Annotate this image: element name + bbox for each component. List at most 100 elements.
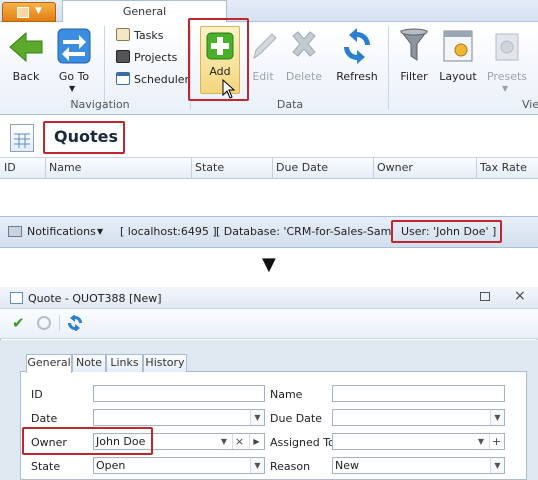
server-status: [ localhost:6495 ]: [120, 225, 217, 238]
edit-label: Edit: [252, 70, 274, 83]
reason-label: Reason: [270, 460, 311, 473]
presets-label: Presets: [486, 70, 528, 83]
column-header-name[interactable]: Name: [49, 161, 81, 174]
clear-icon[interactable]: ×: [232, 434, 246, 449]
tab-history[interactable]: History: [143, 354, 187, 372]
restore-icon[interactable]: [480, 292, 490, 301]
column-divider[interactable]: [476, 158, 477, 179]
group-data-label: Data: [276, 98, 304, 111]
reason-value: New: [335, 459, 359, 472]
dialog-title: Quote - QUOT388 [New]: [28, 292, 162, 305]
column-header-due-date[interactable]: Due Date: [276, 161, 328, 174]
column-header-owner[interactable]: Owner: [377, 161, 413, 174]
down-arrow-icon: ▼: [262, 254, 276, 275]
refresh-icon[interactable]: [67, 315, 83, 331]
group-navigation-label: Navigation: [70, 98, 130, 111]
date-field[interactable]: ▼: [93, 409, 265, 426]
tasks-icon: [116, 28, 130, 41]
chevron-down-icon[interactable]: ▼: [490, 458, 504, 473]
grid-body[interactable]: [0, 180, 538, 216]
state-field[interactable]: Open ▼: [93, 457, 265, 474]
tasks-label: Tasks: [134, 29, 164, 42]
assigned-to-label: Assigned To: [270, 436, 335, 449]
quote-icon: [10, 292, 23, 304]
id-label: ID: [31, 388, 43, 401]
back-label: Back: [12, 70, 40, 83]
notifications-button[interactable]: Notifications: [27, 225, 96, 238]
refresh-label: Refresh: [336, 70, 378, 83]
play-arrow-icon[interactable]: ▶: [249, 434, 263, 449]
tab-links[interactable]: Links: [106, 354, 143, 372]
back-arrow-icon: [9, 31, 43, 63]
pencil-icon: [253, 33, 277, 60]
quotes-spreadsheet-icon: [10, 124, 34, 152]
delete-button[interactable]: Delete: [284, 26, 324, 88]
user-highlight-box: [391, 220, 502, 243]
filter-label: Filter: [400, 70, 428, 83]
notifications-icon: [8, 226, 22, 237]
owner-highlight-box: [22, 427, 153, 455]
date-label: Date: [31, 412, 58, 425]
projects-label: Projects: [134, 51, 178, 64]
back-button[interactable]: Back: [6, 26, 46, 88]
go-to-icon: [57, 28, 91, 64]
chevron-down-icon[interactable]: ▼: [490, 410, 504, 425]
name-label: Name: [270, 388, 303, 401]
layout-icon: [443, 30, 473, 62]
column-header-id[interactable]: ID: [4, 161, 16, 174]
app-menu-icon: [17, 7, 29, 18]
projects-button[interactable]: Projects: [116, 50, 177, 68]
save-check-icon[interactable]: ✔: [12, 314, 25, 332]
cancel-icon[interactable]: [37, 316, 51, 330]
state-value: Open: [96, 459, 126, 472]
column-divider[interactable]: [272, 158, 273, 179]
funnel-icon: [399, 28, 429, 61]
delete-label: Delete: [285, 70, 323, 83]
chevron-down-icon[interactable]: ▼: [475, 434, 487, 449]
go-to-label: Go To: [58, 70, 90, 83]
plus-icon[interactable]: +: [489, 434, 503, 449]
chevron-down-icon[interactable]: ▼: [250, 410, 264, 425]
database-status: [ Database: 'CRM-for-Sales-Sample' ]: [216, 225, 392, 238]
id-field[interactable]: [93, 385, 265, 402]
presets-icon: [495, 33, 519, 61]
tab-general[interactable]: General: [26, 354, 72, 373]
add-highlight-box: [188, 18, 249, 101]
layout-button[interactable]: Layout: [438, 26, 478, 88]
tasks-button[interactable]: Tasks: [116, 28, 163, 46]
go-to-button[interactable]: Go To ▼: [54, 26, 94, 93]
column-divider[interactable]: [191, 158, 192, 179]
assigned-to-field[interactable]: ▼ +: [332, 433, 505, 450]
group-view-label: Vie: [522, 98, 538, 111]
edit-button[interactable]: Edit: [243, 26, 283, 88]
due-date-field[interactable]: ▼: [332, 409, 505, 426]
projects-icon: [116, 50, 130, 63]
column-header-tax-rate[interactable]: Tax Rate: [480, 161, 527, 174]
name-field[interactable]: [332, 385, 505, 402]
toolbar-separator: [59, 315, 60, 331]
filter-button[interactable]: Filter: [396, 26, 432, 88]
close-icon[interactable]: ×: [514, 288, 526, 304]
column-divider[interactable]: [373, 158, 374, 179]
application-menu-button[interactable]: ▼: [2, 2, 56, 22]
column-divider[interactable]: [45, 158, 46, 179]
column-header-state[interactable]: State: [195, 161, 224, 174]
layout-label: Layout: [439, 70, 477, 83]
chevron-down-icon: ▼: [502, 84, 509, 93]
reason-field[interactable]: New ▼: [332, 457, 505, 474]
state-label: State: [31, 460, 61, 473]
due-date-label: Due Date: [270, 412, 322, 425]
tab-note[interactable]: Note: [72, 354, 106, 372]
ribbon-separator: [388, 26, 389, 110]
scheduler-button[interactable]: Scheduler: [116, 72, 189, 90]
scheduler-label: Scheduler: [134, 73, 190, 86]
refresh-button[interactable]: Refresh: [334, 26, 380, 88]
chevron-down-icon: ▼: [35, 6, 42, 16]
chevron-down-icon: ▼: [69, 84, 76, 93]
chevron-down-icon[interactable]: ▼: [250, 458, 264, 473]
chevron-down-icon[interactable]: ▼: [218, 434, 230, 449]
presets-button[interactable]: Presets ▼: [484, 26, 530, 93]
chevron-down-icon: ▼: [97, 227, 104, 236]
quotes-highlight-box: [43, 121, 125, 154]
scheduler-icon: [116, 72, 130, 85]
